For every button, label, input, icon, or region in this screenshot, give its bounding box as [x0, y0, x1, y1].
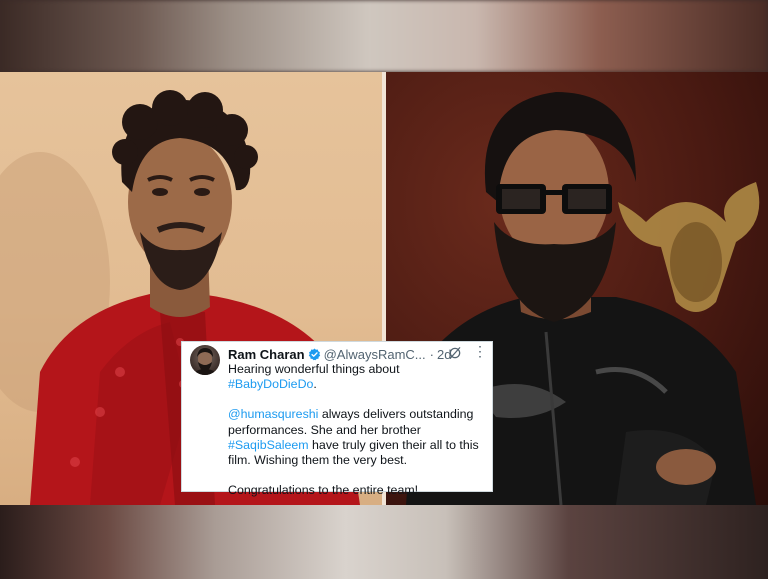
tweet-card[interactable]: Ram Charan @AlwaysRamC... · 2d ⋮ Hearing… — [181, 341, 493, 497]
hashtag-saqibsaleem[interactable]: #SaqibSaleem — [228, 438, 309, 452]
tweet-text: Hearing wonderful things about #BabyDoDi… — [228, 362, 490, 498]
bottom-blur-band — [0, 505, 768, 579]
grok-icon[interactable] — [448, 346, 462, 360]
mention-humasqureshi[interactable]: @humasqureshi — [228, 407, 318, 421]
tweet-closing-line: Congratulations to the entire team! — [228, 483, 419, 498]
author-avatar[interactable] — [190, 345, 220, 375]
tweet-paragraph-2: @humasqureshi always delivers outstandin… — [228, 407, 490, 468]
more-options-icon[interactable]: ⋮ — [473, 344, 487, 358]
author-name[interactable]: Ram Charan — [228, 347, 305, 362]
hashtag-babydodiedo[interactable]: #BabyDoDieDo — [228, 377, 313, 391]
text-segment: . — [313, 377, 317, 392]
verified-badge-icon — [308, 348, 321, 361]
author-handle[interactable]: @AlwaysRamC... — [324, 347, 426, 362]
text-segment: Hearing wonderful things about — [228, 362, 400, 376]
top-blur-band — [0, 0, 768, 72]
tweet-line-1: Hearing wonderful things about #BabyDoDi… — [228, 362, 490, 392]
separator-dot: · — [429, 346, 434, 362]
tweet-header: Ram Charan @AlwaysRamC... · 2d — [228, 345, 451, 363]
